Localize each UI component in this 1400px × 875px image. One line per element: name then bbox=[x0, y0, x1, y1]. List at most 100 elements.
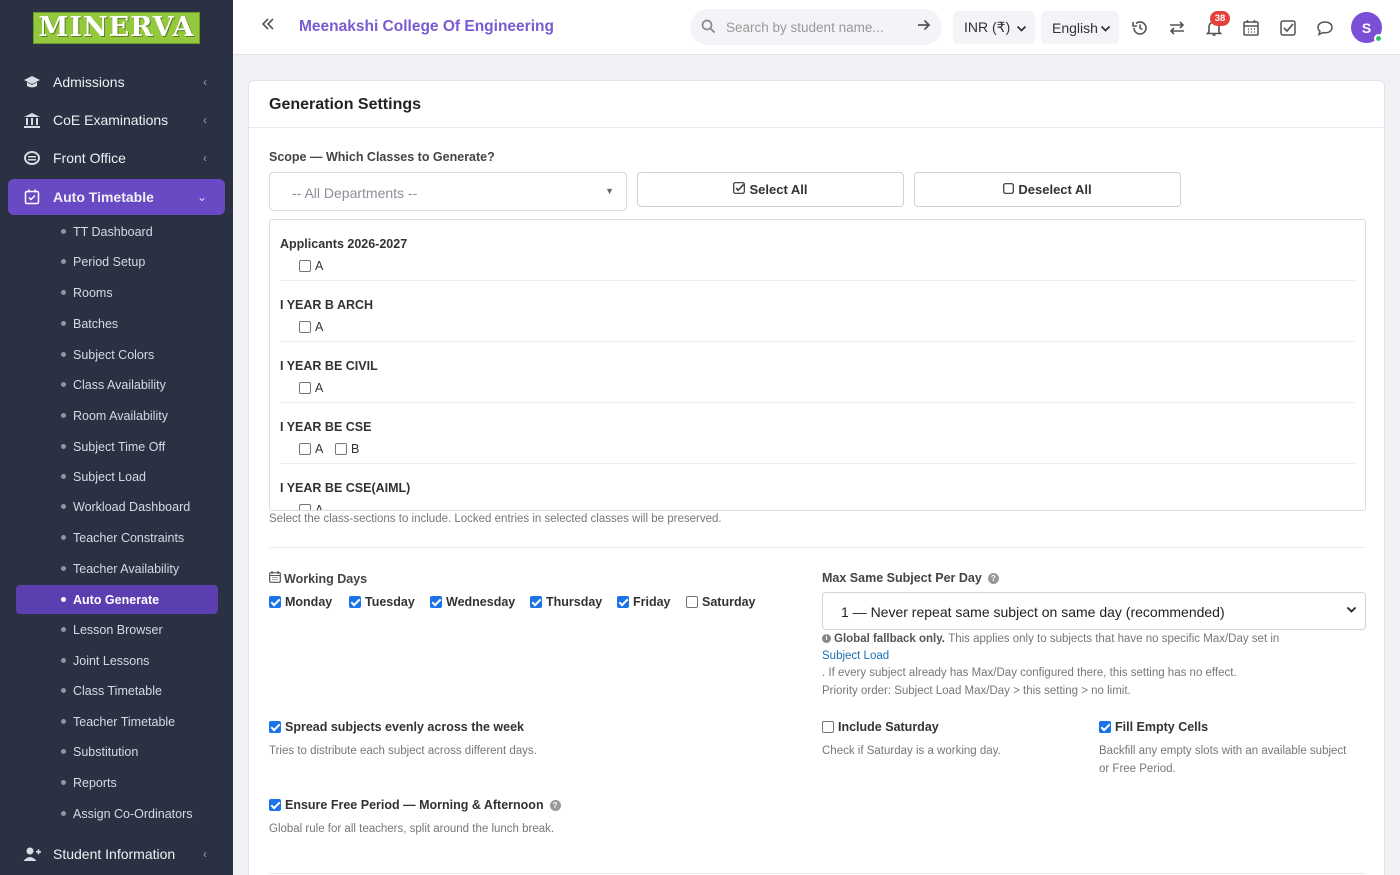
class-list[interactable]: Applicants 2026-2027 A I YEAR B ARCH A I… bbox=[269, 219, 1366, 511]
arrow-right-icon[interactable] bbox=[917, 18, 931, 36]
checkbox[interactable] bbox=[299, 260, 311, 272]
checkbox[interactable] bbox=[269, 596, 281, 608]
subitem-label: Subject Time Off bbox=[73, 439, 166, 454]
sidebar: MINERVA Admissions ‹ CoE Examinations ‹ … bbox=[0, 0, 233, 875]
graduation-cap-icon bbox=[22, 73, 42, 91]
class-group: I YEAR B ARCH A bbox=[280, 281, 1355, 342]
checkbox[interactable] bbox=[299, 321, 311, 333]
notification-badge: 38 bbox=[1210, 11, 1230, 26]
user-plus-icon bbox=[22, 845, 42, 863]
chevron-left-icon: ‹ bbox=[203, 75, 207, 89]
subitem-reports[interactable]: Reports bbox=[16, 768, 218, 797]
fill-empty-cells-checkbox[interactable]: Fill Empty Cells bbox=[1099, 720, 1208, 734]
search-icon bbox=[701, 19, 716, 37]
checkbox[interactable] bbox=[269, 721, 281, 733]
checkbox[interactable] bbox=[269, 799, 281, 811]
nav-coe-examinations[interactable]: CoE Examinations ‹ bbox=[8, 102, 225, 138]
checkbox[interactable] bbox=[349, 596, 361, 608]
department-select[interactable]: -- All Departments -- ▼ bbox=[269, 172, 627, 211]
deselect-all-button[interactable]: Deselect All bbox=[914, 172, 1181, 207]
section-checkbox[interactable]: A bbox=[299, 259, 323, 273]
option-label: Fill Empty Cells bbox=[1115, 720, 1209, 734]
section-checkbox[interactable]: A bbox=[299, 442, 323, 456]
day-thursday-checkbox[interactable]: Thursday bbox=[530, 595, 602, 609]
subitem-lesson-browser[interactable]: Lesson Browser bbox=[16, 615, 218, 644]
max-same-subject-select[interactable]: 1 — Never repeat same subject on same da… bbox=[822, 592, 1366, 630]
subitem-tt-dashboard[interactable]: TT Dashboard bbox=[16, 217, 218, 246]
checkbox[interactable] bbox=[822, 721, 834, 733]
subitem-class-availability[interactable]: Class Availability bbox=[16, 370, 218, 399]
language-select[interactable]: English bbox=[1041, 11, 1119, 44]
day-label: Friday bbox=[633, 595, 671, 609]
checkbox[interactable] bbox=[299, 504, 311, 510]
subitem-joint-lessons[interactable]: Joint Lessons bbox=[16, 646, 218, 675]
subitem-subject-time-off[interactable]: Subject Time Off bbox=[16, 432, 218, 461]
checkbox[interactable] bbox=[686, 596, 698, 608]
day-wednesday-checkbox[interactable]: Wednesday bbox=[430, 595, 515, 609]
nav-student-information[interactable]: Student Information ‹ bbox=[8, 836, 225, 872]
subitem-room-availability[interactable]: Room Availability bbox=[16, 401, 218, 430]
task-check-icon[interactable] bbox=[1278, 18, 1298, 38]
checkbox[interactable] bbox=[335, 443, 347, 455]
class-group: I YEAR BE CSE(AIML) A bbox=[280, 464, 1355, 511]
checkbox[interactable] bbox=[299, 382, 311, 394]
subitem-class-timetable[interactable]: Class Timetable bbox=[16, 676, 218, 705]
subitem-teacher-availability[interactable]: Teacher Availability bbox=[16, 554, 218, 583]
subitem-teacher-timetable[interactable]: Teacher Timetable bbox=[16, 707, 218, 736]
currency-select[interactable]: INR (₹) bbox=[953, 11, 1035, 44]
nav-front-office[interactable]: Front Office ‹ bbox=[8, 140, 225, 176]
chat-icon[interactable] bbox=[1315, 18, 1335, 38]
section-checkbox[interactable]: A bbox=[299, 503, 324, 511]
subitem-period-setup[interactable]: Period Setup bbox=[16, 247, 218, 276]
help-icon[interactable]: ? bbox=[987, 573, 999, 585]
exchange-icon[interactable] bbox=[1167, 18, 1187, 38]
day-friday-checkbox[interactable]: Friday bbox=[617, 595, 671, 609]
subitem-workload-dashboard[interactable]: Workload Dashboard bbox=[16, 492, 218, 521]
card-title: Generation Settings bbox=[269, 96, 422, 113]
section-checkbox[interactable]: A bbox=[299, 381, 323, 395]
nav-admissions[interactable]: Admissions ‹ bbox=[8, 64, 225, 100]
search-input[interactable] bbox=[726, 17, 906, 37]
checkbox[interactable] bbox=[530, 596, 542, 608]
section-label: A bbox=[315, 503, 324, 511]
option-label: Ensure Free Period — Morning & Afternoon bbox=[285, 798, 544, 812]
help-icon[interactable]: ? bbox=[549, 799, 561, 811]
day-tuesday-checkbox[interactable]: Tuesday bbox=[349, 595, 415, 609]
history-icon[interactable] bbox=[1130, 18, 1150, 38]
college-name[interactable]: Meenakshi College Of Engineering bbox=[299, 18, 554, 36]
subitem-auto-generate[interactable]: Auto Generate bbox=[16, 585, 218, 614]
spread-subjects-checkbox[interactable]: Spread subjects evenly across the week bbox=[269, 720, 524, 734]
checkbox[interactable] bbox=[617, 596, 629, 608]
avatar[interactable]: S bbox=[1351, 12, 1383, 43]
subitem-substitution[interactable]: Substitution bbox=[16, 737, 218, 766]
include-saturday-checkbox[interactable]: Include Saturday bbox=[822, 720, 939, 734]
max-same-note-line2: . If every subject already has Max/Day c… bbox=[822, 667, 1237, 679]
collapse-sidebar-icon[interactable] bbox=[261, 17, 275, 36]
select-all-label: Select All bbox=[749, 182, 808, 197]
logo[interactable]: MINERVA bbox=[0, 0, 233, 56]
option-label: Include Saturday bbox=[838, 720, 939, 734]
subitem-rooms[interactable]: Rooms bbox=[16, 278, 218, 307]
section-checkbox[interactable]: A bbox=[299, 320, 323, 334]
divider bbox=[269, 873, 1366, 874]
select-all-button[interactable]: Select All bbox=[637, 172, 904, 207]
subitem-subject-colors[interactable]: Subject Colors bbox=[16, 340, 218, 369]
section-checkbox[interactable]: B bbox=[335, 442, 359, 456]
chevron-down-icon: ⌄ bbox=[196, 190, 207, 204]
subitem-label: Workload Dashboard bbox=[73, 499, 191, 514]
subitem-batches[interactable]: Batches bbox=[16, 309, 218, 338]
nav-label: Admissions bbox=[53, 74, 125, 90]
nav-auto-timetable[interactable]: Auto Timetable ⌄ bbox=[8, 179, 225, 215]
class-group-title: I YEAR BE CSE(AIML) bbox=[280, 481, 411, 495]
subitem-subject-load[interactable]: Subject Load bbox=[16, 462, 218, 491]
subject-load-link[interactable]: Subject Load bbox=[822, 650, 889, 662]
checkbox[interactable] bbox=[299, 443, 311, 455]
calendar-icon[interactable] bbox=[1241, 18, 1261, 38]
checkbox[interactable] bbox=[1099, 721, 1111, 733]
subitem-teacher-constraints[interactable]: Teacher Constraints bbox=[16, 523, 218, 552]
day-monday-checkbox[interactable]: Monday bbox=[269, 595, 332, 609]
checkbox[interactable] bbox=[430, 596, 442, 608]
ensure-free-period-checkbox[interactable]: Ensure Free Period — Morning & Afternoon… bbox=[269, 798, 561, 812]
subitem-assign-co-ordinators[interactable]: Assign Co-Ordinators bbox=[16, 799, 218, 828]
day-saturday-checkbox[interactable]: Saturday bbox=[686, 595, 756, 609]
